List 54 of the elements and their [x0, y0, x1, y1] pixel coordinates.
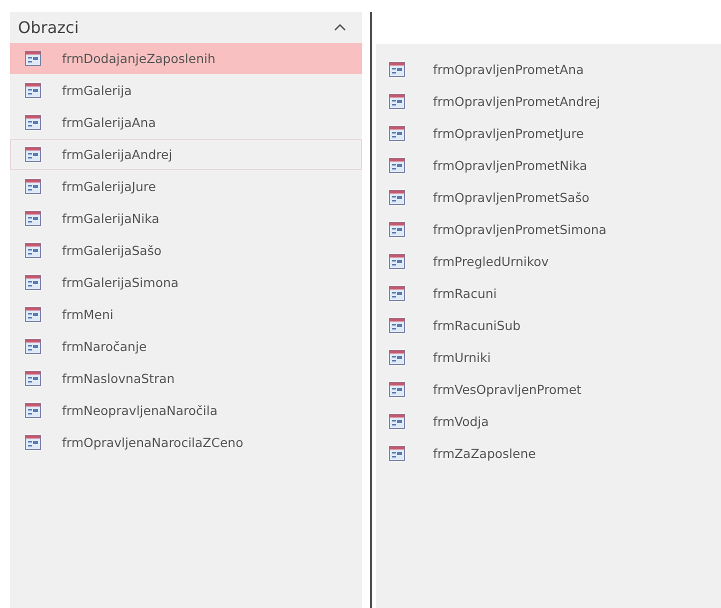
form-list-item[interactable]: frmVesOpravljenPromet — [376, 374, 721, 405]
form-list-item[interactable]: frmNeopravljenaNaročila — [10, 395, 362, 426]
form-icon — [389, 350, 405, 365]
form-list-item[interactable]: frmRacuniSub — [376, 310, 721, 341]
form-list-item[interactable]: frmOpravljenPrometSašo — [376, 182, 721, 213]
form-list-item[interactable]: frmMeni — [10, 299, 362, 330]
form-list-item[interactable]: frmVodja — [376, 406, 721, 437]
form-list-item[interactable]: frmOpravljenPrometJure — [376, 118, 721, 149]
form-icon — [389, 286, 405, 301]
form-list-item[interactable]: frmGalerijaAndrej — [10, 139, 362, 170]
form-icon — [389, 446, 405, 461]
form-list-item[interactable]: frmPregledUrnikov — [376, 246, 721, 277]
form-list-item[interactable]: frmNaročanje — [10, 331, 362, 362]
form-icon — [25, 275, 41, 290]
form-icon — [389, 254, 405, 269]
form-icon — [25, 307, 41, 322]
form-icon — [389, 382, 405, 397]
form-list-item[interactable]: frmGalerijaSašo — [10, 235, 362, 266]
form-list-item[interactable]: frmOpravljenPrometNika — [376, 150, 721, 181]
form-list-item[interactable]: frmGalerijaNika — [10, 203, 362, 234]
form-list-item[interactable]: frmGalerijaJure — [10, 171, 362, 202]
form-list-item[interactable]: frmOpravljenPrometAndrej — [376, 86, 721, 117]
form-list-item[interactable]: frmOpravljenaNarocilaZCeno — [10, 427, 362, 458]
form-icon — [25, 147, 41, 162]
form-icon — [25, 243, 41, 258]
form-icon — [389, 158, 405, 173]
form-icon — [25, 339, 41, 354]
form-list-item[interactable]: frmZaZaposlene — [376, 438, 721, 469]
form-icon — [389, 126, 405, 141]
form-icon — [25, 371, 41, 386]
form-icon — [25, 211, 41, 226]
form-icon — [25, 179, 41, 194]
form-list-item[interactable]: frmDodajanjeZaposlenih — [10, 43, 362, 74]
form-icon — [389, 62, 405, 77]
form-list-item[interactable]: frmRacuni — [376, 278, 721, 309]
form-icon — [389, 318, 405, 333]
form-icon — [25, 83, 41, 98]
form-icon — [25, 435, 41, 450]
form-icon — [25, 51, 41, 66]
form-icon — [389, 94, 405, 109]
form-icon — [25, 115, 41, 130]
form-icon — [389, 222, 405, 237]
form-list-item[interactable]: frmOpravljenPrometAna — [376, 54, 721, 85]
form-list-item[interactable]: frmGalerija — [10, 75, 362, 106]
form-icon — [389, 414, 405, 429]
form-icon — [389, 190, 405, 205]
form-list-item[interactable]: frmOpravljenPrometSimona — [376, 214, 721, 245]
form-icon — [25, 403, 41, 418]
form-list-item[interactable]: frmNaslovnaStran — [10, 363, 362, 394]
form-list-item[interactable]: frmUrniki — [376, 342, 721, 373]
collapse-caret-icon[interactable] — [334, 23, 346, 31]
group-title: Obrazci — [18, 18, 79, 36]
form-list-item[interactable]: frmGalerijaSimona — [10, 267, 362, 298]
form-list-item[interactable]: frmGalerijaAna — [10, 107, 362, 138]
